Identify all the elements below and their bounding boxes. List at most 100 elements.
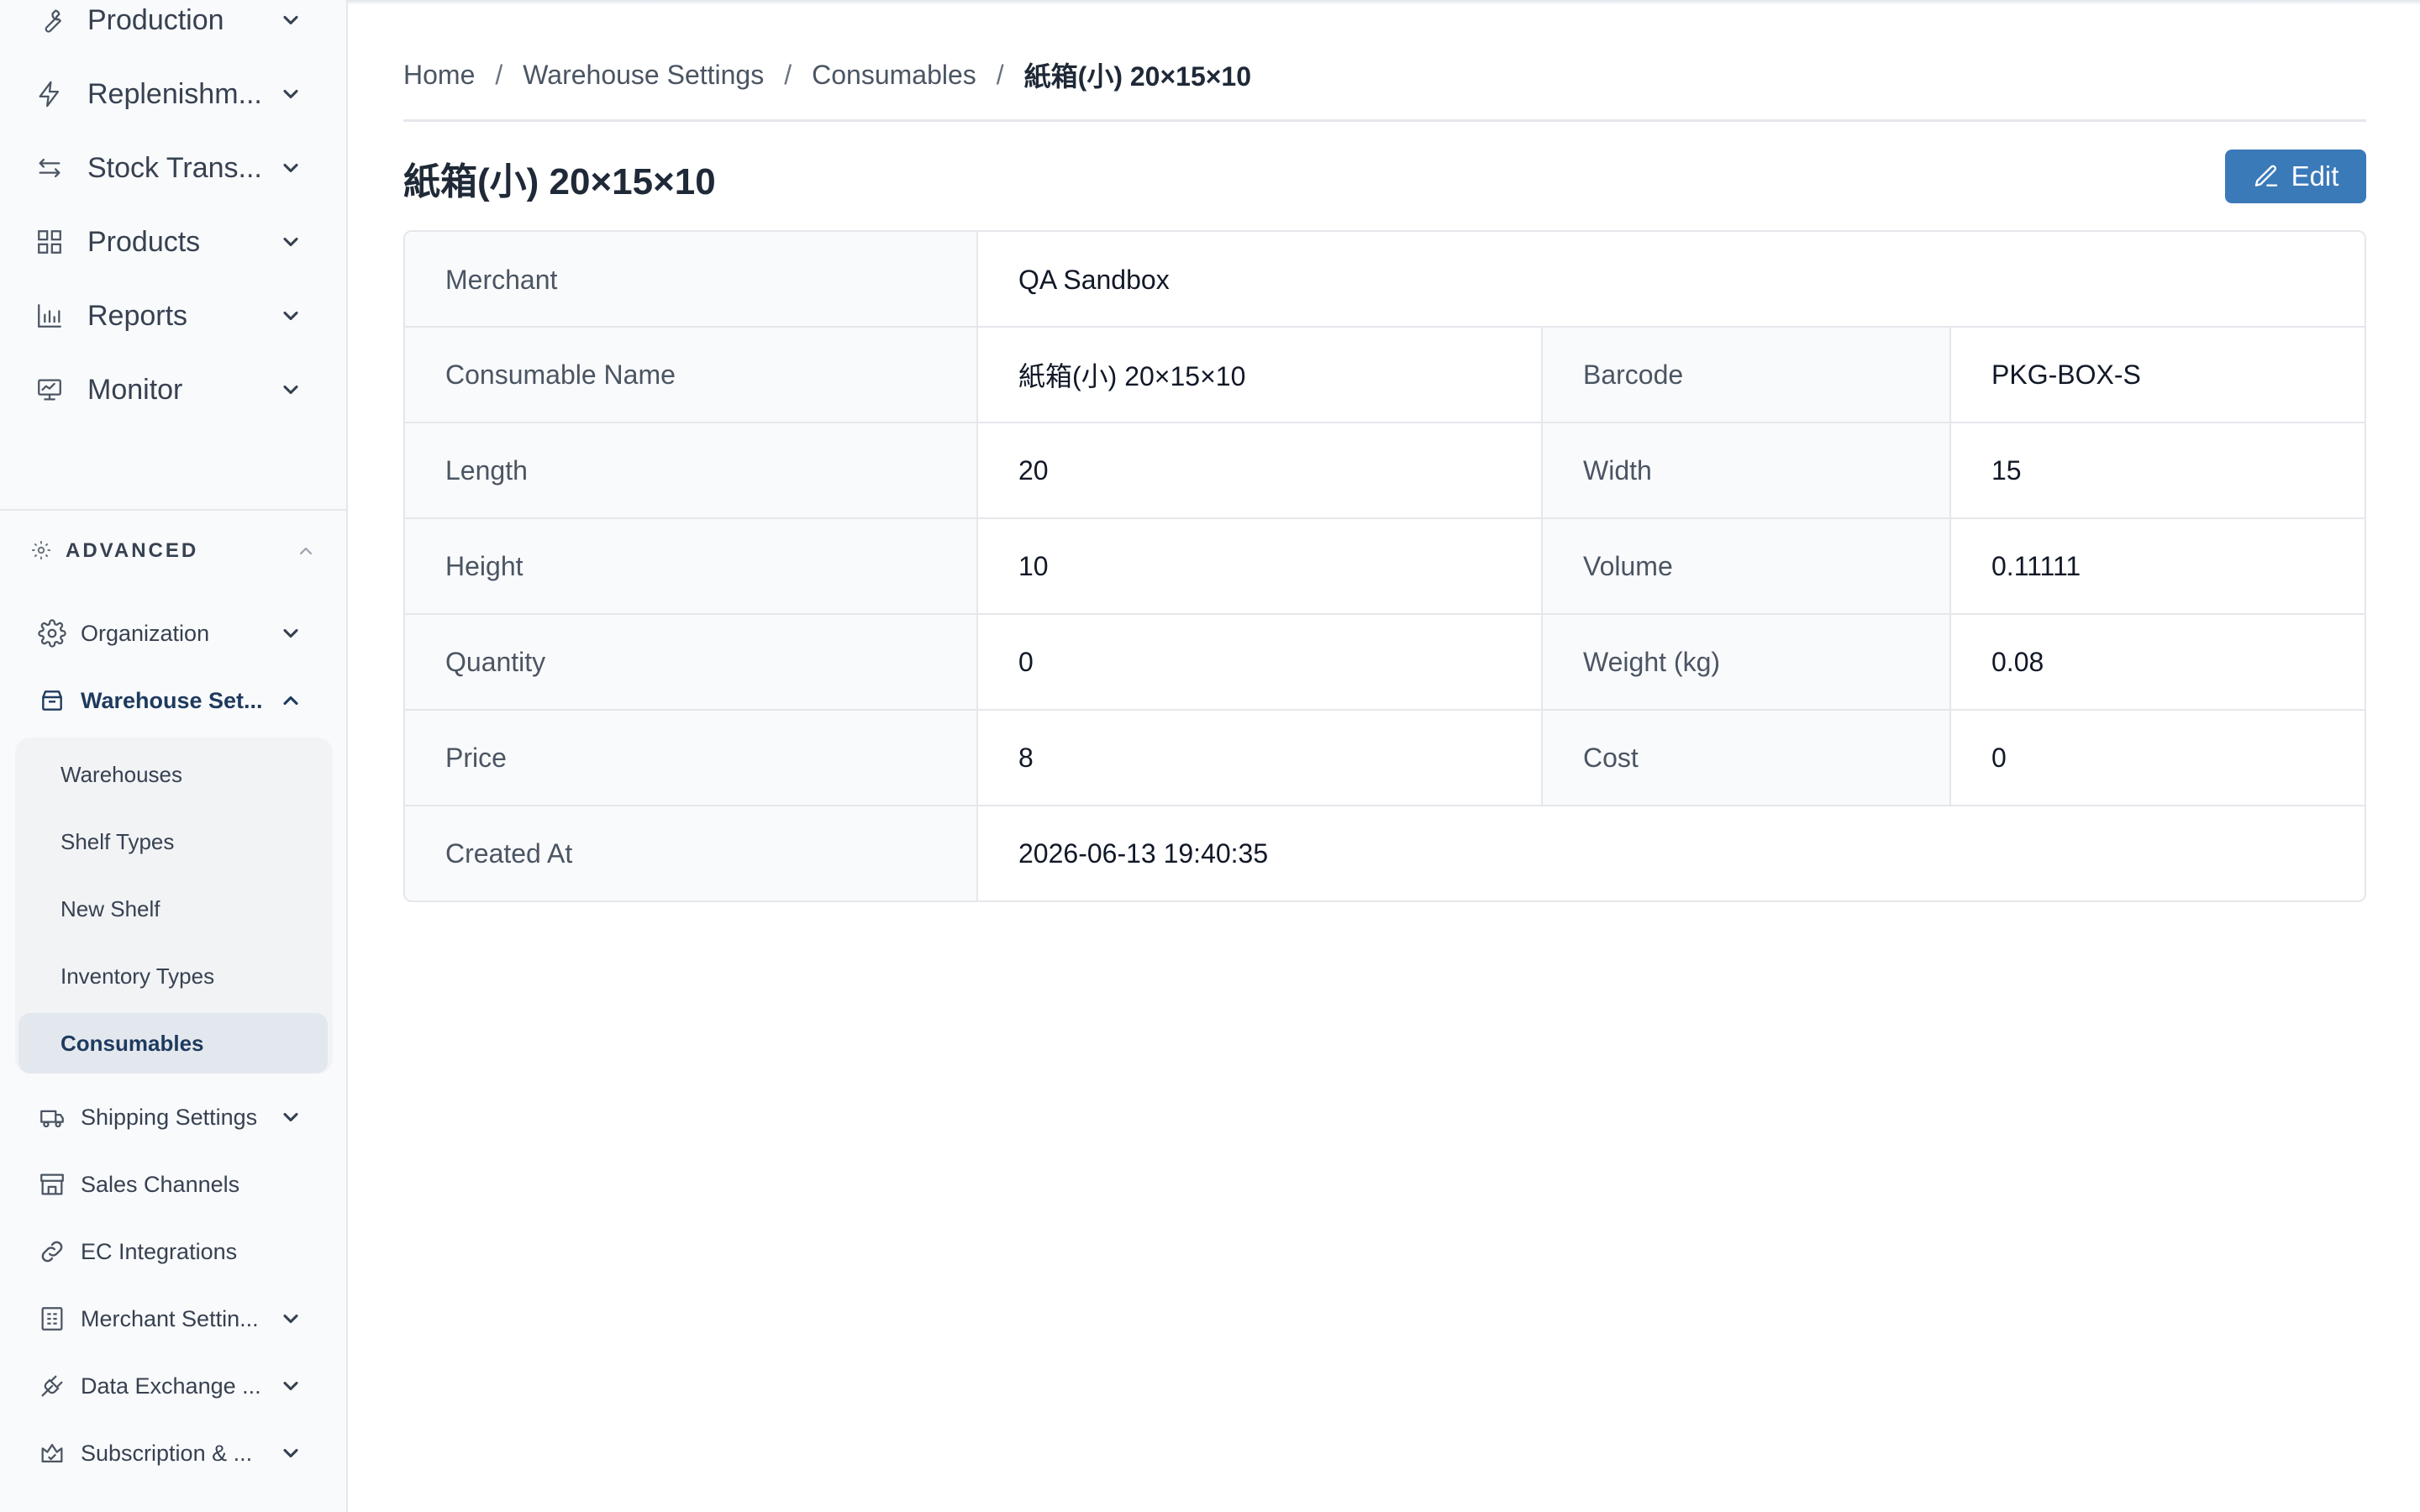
sidebar-item-ec-integrations[interactable]: EC Integrations [37, 1230, 302, 1273]
breadcrumb-consumables[interactable]: Consumables [812, 60, 976, 91]
lightning-icon [34, 78, 66, 110]
page-title: 紙箱(小) 20×15×10 [403, 161, 716, 202]
chevron-up-icon [279, 689, 302, 712]
truck-icon [37, 1102, 67, 1132]
chevron-down-icon [279, 378, 302, 402]
gear-icon [30, 539, 54, 563]
barcode-label: Barcode [1543, 328, 1951, 422]
sidebar-item-label: Warehouse Set... [81, 687, 263, 713]
created-at-label: Created At [405, 806, 978, 900]
price-value: 8 [978, 711, 1543, 805]
height-value: 10 [978, 519, 1543, 613]
detail-row: Quantity 0 Weight (kg) 0.08 [405, 613, 2365, 709]
cost-label: Cost [1543, 711, 1951, 805]
chevron-up-icon [296, 541, 316, 561]
bar-chart-icon [34, 300, 66, 332]
quantity-label: Quantity [405, 615, 978, 709]
sidebar-item-label: Data Exchange ... [81, 1373, 261, 1399]
sidebar-item-label: Sales Channels [81, 1171, 240, 1197]
storefront-icon [37, 1169, 67, 1200]
detail-row: Height 10 Volume 0.11111 [405, 517, 2365, 613]
chevron-down-icon [279, 1374, 302, 1398]
breadcrumb: Home / Warehouse Settings / Consumables … [403, 55, 1251, 94]
advanced-section-toggle[interactable]: ADVANCED [30, 534, 316, 568]
volume-value: 0.11111 [1951, 519, 2365, 613]
sidebar-item-products[interactable]: Products [34, 217, 302, 267]
chevron-down-icon [279, 622, 302, 645]
sidebar-item-label: Merchant Settin... [81, 1305, 259, 1331]
sidebar-item-monitor[interactable]: Monitor [34, 365, 302, 415]
chevron-down-icon [279, 156, 302, 180]
sidebar-item-new-shelf[interactable]: New Shelf [18, 879, 328, 939]
sidebar-item-shelf-types[interactable]: Shelf Types [18, 811, 328, 872]
merchant-value: QA Sandbox [978, 232, 2365, 328]
chevron-down-icon [279, 1307, 302, 1331]
sidebar-item-replenishment[interactable]: Replenishm... [34, 69, 302, 119]
sidebar-divider [0, 509, 346, 511]
app-window: Production Replenishm... Stock Trans... … [0, 0, 2420, 1512]
chevron-down-icon [279, 1441, 302, 1465]
chevron-down-icon [279, 304, 302, 328]
sidebar-item-consumables[interactable]: Consumables [18, 1013, 328, 1074]
chevron-down-icon [279, 82, 302, 106]
sidebar-item-production[interactable]: Production [34, 0, 302, 45]
sidebar-item-label: Reports [87, 299, 188, 332]
sidebar-item-organization[interactable]: Organization [37, 612, 302, 655]
sidebar-item-label: Replenishm... [87, 77, 262, 110]
volume-label: Volume [1543, 519, 1951, 613]
sidebar-item-warehouses[interactable]: Warehouses [18, 744, 328, 805]
sidebar-item-subscription[interactable]: Subscription & ... [37, 1431, 302, 1475]
length-value: 20 [978, 423, 1543, 517]
width-value: 15 [1951, 423, 2365, 517]
sidebar-item-sales-channels[interactable]: Sales Channels [37, 1163, 302, 1206]
breadcrumb-home[interactable]: Home [403, 60, 475, 91]
breadcrumb-separator: / [996, 59, 1004, 90]
detail-row: Created At 2026-06-13 19:40:35 [405, 805, 2365, 900]
quantity-value: 0 [978, 615, 1543, 709]
sidebar-item-label: Organization [81, 620, 210, 646]
weight-value: 0.08 [1951, 615, 2365, 709]
sidebar: Production Replenishm... Stock Trans... … [0, 0, 348, 1512]
sidebar-item-label: EC Integrations [81, 1238, 238, 1264]
pencil-icon [2253, 163, 2280, 190]
edit-button[interactable]: Edit [2225, 150, 2366, 203]
weight-label: Weight (kg) [1543, 615, 1951, 709]
chevron-down-icon [279, 1105, 302, 1129]
badge-icon [37, 1438, 67, 1468]
edit-button-label: Edit [2291, 160, 2339, 192]
merchant-label: Merchant [405, 232, 978, 328]
monitor-icon [34, 374, 66, 406]
breadcrumb-divider [403, 119, 2366, 122]
sidebar-item-label: Products [87, 225, 201, 258]
consumable-name-label: Consumable Name [405, 328, 978, 422]
length-label: Length [405, 423, 978, 517]
sidebar-item-reports[interactable]: Reports [34, 291, 302, 341]
detail-row: Consumable Name 紙箱(小) 20×15×10 Barcode P… [405, 326, 2365, 422]
sidebar-item-label: Production [87, 3, 224, 36]
chevron-down-icon [279, 230, 302, 254]
sidebar-item-label: Subscription & ... [81, 1440, 253, 1466]
consumable-name-value: 紙箱(小) 20×15×10 [978, 328, 1543, 422]
calculator-icon [37, 1304, 67, 1334]
link-icon [37, 1236, 67, 1267]
header-shadow [348, 0, 2420, 5]
warehouse-icon [37, 685, 67, 716]
sidebar-item-merchant-settings[interactable]: Merchant Settin... [37, 1297, 302, 1341]
cost-value: 0 [1951, 711, 2365, 805]
advanced-section-label: ADVANCED [66, 539, 199, 562]
consumable-details: Merchant QA Sandbox Consumable Name 紙箱(小… [403, 230, 2366, 902]
sidebar-item-warehouse-settings[interactable]: Warehouse Set... [37, 679, 302, 722]
sidebar-item-stock-transfer[interactable]: Stock Trans... [34, 143, 302, 193]
barcode-value: PKG-BOX-S [1951, 328, 2365, 422]
width-label: Width [1543, 423, 1951, 517]
plug-icon [37, 1371, 67, 1401]
chevron-down-icon [279, 8, 302, 32]
detail-row: Merchant QA Sandbox [405, 232, 2365, 328]
detail-row: Price 8 Cost 0 [405, 709, 2365, 805]
sidebar-item-label: Shipping Settings [81, 1104, 258, 1130]
sidebar-item-inventory-types[interactable]: Inventory Types [18, 946, 328, 1006]
detail-row: Length 20 Width 15 [405, 422, 2365, 517]
breadcrumb-warehouse-settings[interactable]: Warehouse Settings [523, 60, 764, 91]
sidebar-item-data-exchange[interactable]: Data Exchange ... [37, 1364, 302, 1408]
sidebar-item-shipping-settings[interactable]: Shipping Settings [37, 1095, 302, 1139]
